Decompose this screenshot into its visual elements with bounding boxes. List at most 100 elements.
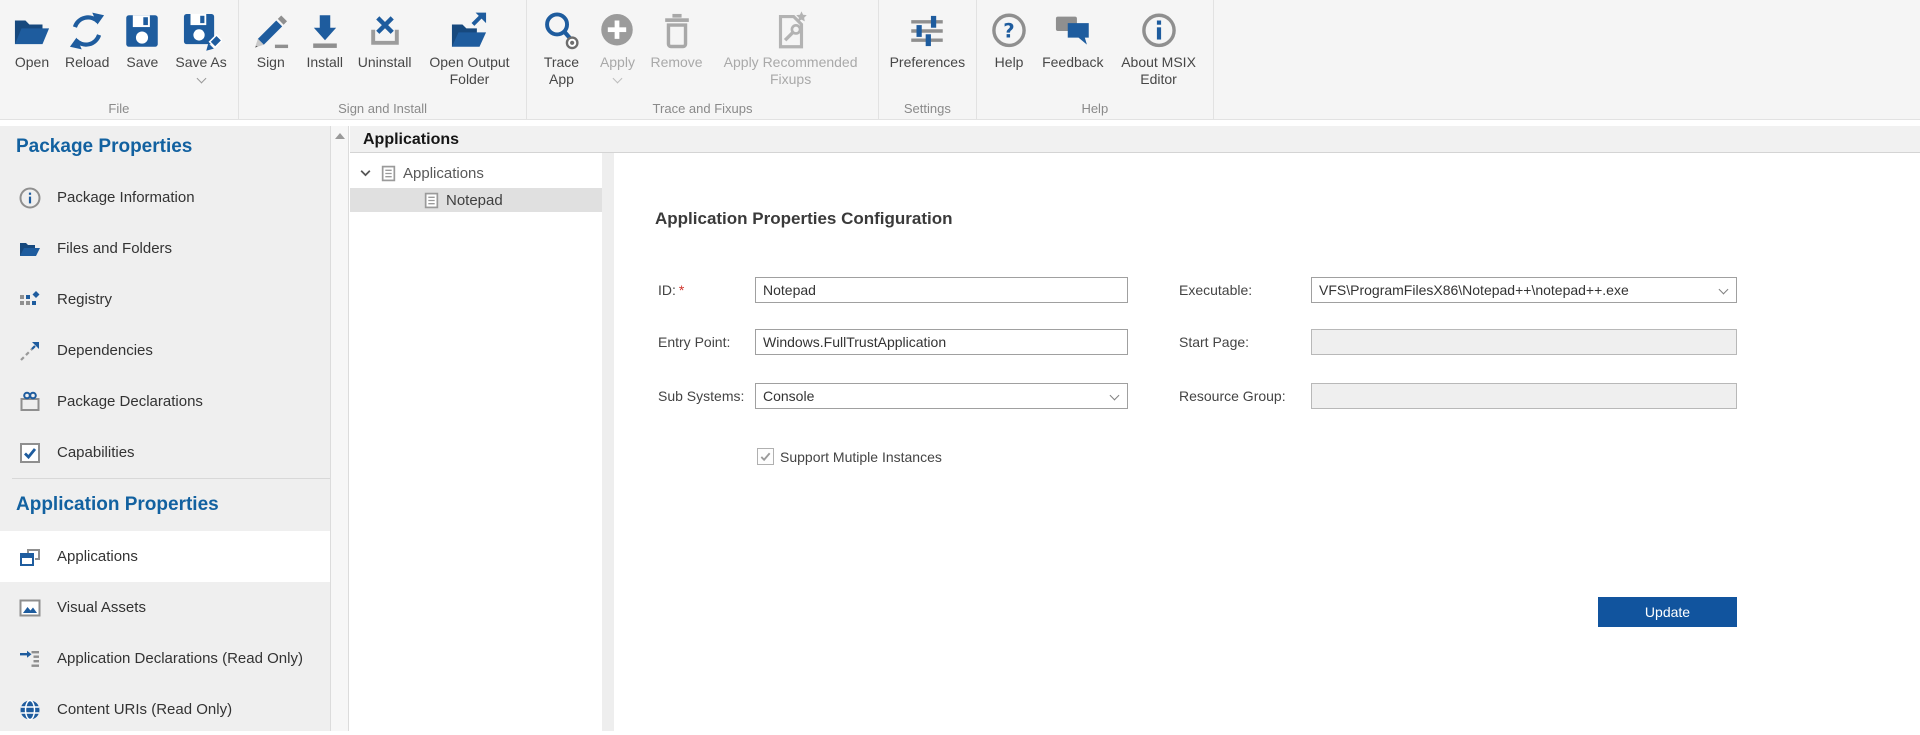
folder-icon bbox=[18, 237, 42, 261]
resource-group-label: Resource Group: bbox=[1179, 383, 1286, 409]
remove-icon bbox=[656, 10, 698, 52]
sidebar-item-capabilities[interactable]: Capabilities bbox=[0, 427, 330, 478]
feedback-icon bbox=[1052, 10, 1094, 52]
content-uris-icon bbox=[18, 698, 42, 722]
uninstall-icon bbox=[364, 10, 406, 52]
ribbon-group-sign-and-install: Sign Install Uninstall Open Output Folde… bbox=[239, 0, 528, 119]
entry-point-label: Entry Point: bbox=[658, 329, 730, 355]
applications-tree: Applications Notepad bbox=[350, 153, 602, 731]
sub-systems-combobox[interactable]: Console bbox=[755, 383, 1128, 409]
uninstall-button[interactable]: Uninstall bbox=[352, 8, 418, 73]
sidebar-heading-package-properties: Package Properties bbox=[0, 126, 330, 168]
scrollbar-up-button[interactable] bbox=[331, 126, 348, 145]
sub-systems-label: Sub Systems: bbox=[658, 383, 744, 409]
svg-text:?: ? bbox=[1003, 20, 1014, 43]
sidebar-item-visual-assets[interactable]: Visual Assets bbox=[0, 582, 330, 633]
sidebar-item-label: Capabilities bbox=[57, 444, 135, 461]
support-multiple-instances-checkbox[interactable] bbox=[757, 448, 774, 465]
ribbon-toolbar: Open Reload Save Save As File Sign bbox=[0, 0, 1920, 120]
sidebar-item-content-uris[interactable]: Content URIs (Read Only) bbox=[0, 684, 330, 735]
chevron-down-icon bbox=[1719, 285, 1729, 295]
sidebar-item-package-declarations[interactable]: Package Declarations bbox=[0, 376, 330, 427]
save-icon bbox=[121, 10, 163, 52]
ribbon-group-help: ? Help Feedback About MSIX Editor Help bbox=[977, 0, 1213, 119]
save-button[interactable]: Save bbox=[115, 8, 169, 73]
open-output-folder-button[interactable]: Open Output Folder bbox=[417, 8, 521, 89]
registry-icon bbox=[18, 288, 42, 312]
button-label: Trace App bbox=[538, 54, 584, 87]
panel-title: Applications bbox=[350, 126, 1920, 153]
sidebar-item-registry[interactable]: Registry bbox=[0, 274, 330, 325]
info-icon bbox=[18, 186, 42, 210]
button-label: Reload bbox=[65, 54, 109, 71]
form-heading: Application Properties Configuration bbox=[655, 209, 953, 229]
button-label: Preferences bbox=[890, 54, 965, 71]
start-page-label: Start Page: bbox=[1179, 329, 1249, 355]
sidebar-item-label: Content URIs (Read Only) bbox=[57, 701, 232, 718]
update-button[interactable]: Update bbox=[1598, 597, 1737, 627]
sidebar-item-label: Registry bbox=[57, 291, 112, 308]
button-label: Sign bbox=[257, 54, 285, 71]
sidebar-item-files-and-folders[interactable]: Files and Folders bbox=[0, 223, 330, 274]
applications-icon bbox=[18, 545, 42, 569]
sidebar-item-package-information[interactable]: Package Information bbox=[0, 172, 330, 223]
trace-app-icon bbox=[540, 10, 582, 52]
application-declarations-icon bbox=[18, 647, 42, 671]
visual-assets-icon bbox=[18, 596, 42, 620]
required-asterisk: * bbox=[679, 282, 684, 298]
button-label: Remove bbox=[650, 54, 702, 71]
executable-label: Executable: bbox=[1179, 277, 1252, 303]
chevron-down-icon[interactable] bbox=[359, 167, 372, 180]
sidebar-item-label: Files and Folders bbox=[57, 240, 172, 257]
sidebar-heading-application-properties: Application Properties bbox=[0, 479, 330, 531]
support-multiple-instances-row: Support Mutiple Instances bbox=[757, 448, 942, 465]
tree-node-label: Applications bbox=[403, 165, 484, 182]
tree-node-notepad[interactable]: Notepad bbox=[350, 188, 602, 212]
remove-button[interactable]: Remove bbox=[644, 8, 708, 73]
sidebar-item-dependencies[interactable]: Dependencies bbox=[0, 325, 330, 376]
sidebar-item-application-declarations[interactable]: Application Declarations (Read Only) bbox=[0, 633, 330, 684]
checkbox-label: Support Mutiple Instances bbox=[780, 449, 942, 465]
sidebar: Package Properties Package Information F… bbox=[0, 126, 330, 731]
apply-icon bbox=[596, 10, 638, 52]
id-input[interactable] bbox=[755, 277, 1128, 303]
install-icon bbox=[304, 10, 346, 52]
application-properties-form: Application Properties Configuration ID:… bbox=[614, 153, 1920, 731]
button-label: Uninstall bbox=[358, 54, 412, 71]
trace-app-button[interactable]: Trace App bbox=[532, 8, 590, 89]
sidebar-item-applications[interactable]: Applications bbox=[0, 531, 330, 582]
entry-point-input[interactable] bbox=[755, 329, 1128, 355]
button-label: Save bbox=[126, 54, 158, 71]
ribbon-group-label: File bbox=[0, 101, 238, 116]
about-msix-editor-button[interactable]: About MSIX Editor bbox=[1110, 8, 1208, 89]
capabilities-icon bbox=[18, 441, 42, 465]
feedback-button[interactable]: Feedback bbox=[1036, 8, 1109, 73]
save-as-button[interactable]: Save As bbox=[169, 8, 232, 84]
reload-button[interactable]: Reload bbox=[59, 8, 115, 73]
chevron-down-icon bbox=[1110, 391, 1120, 401]
sidebar-item-label: Package Information bbox=[57, 189, 195, 206]
sign-button[interactable]: Sign bbox=[244, 8, 298, 73]
panel-divider bbox=[602, 153, 614, 731]
chevron-down-icon bbox=[196, 73, 206, 83]
arrow-up-icon bbox=[335, 133, 345, 139]
open-button[interactable]: Open bbox=[5, 8, 59, 73]
preferences-button[interactable]: Preferences bbox=[884, 8, 971, 73]
combobox-value: VFS\ProgramFilesX86\Notepad++\notepad++.… bbox=[1319, 282, 1629, 298]
button-label: About MSIX Editor bbox=[1116, 54, 1202, 87]
ribbon-group-trace-and-fixups: Trace App Apply Remove Apply Recommended… bbox=[527, 0, 878, 119]
sidebar-item-label: Dependencies bbox=[57, 342, 153, 359]
sidebar-scrollbar[interactable] bbox=[330, 126, 349, 731]
install-button[interactable]: Install bbox=[298, 8, 352, 73]
button-label: Apply bbox=[600, 54, 635, 71]
button-label: Save As bbox=[175, 54, 226, 71]
executable-combobox[interactable]: VFS\ProgramFilesX86\Notepad++\notepad++.… bbox=[1311, 277, 1737, 303]
apply-button[interactable]: Apply bbox=[590, 8, 644, 84]
tree-node-applications[interactable]: Applications bbox=[350, 161, 602, 185]
sign-icon bbox=[250, 10, 292, 52]
apply-recommended-fixups-button[interactable]: Apply Recommended Fixups bbox=[709, 8, 873, 89]
help-button[interactable]: ? Help bbox=[982, 8, 1036, 73]
button-label: Open Output Folder bbox=[423, 54, 515, 87]
button-label: Open bbox=[15, 54, 49, 71]
sidebar-item-label: Applications bbox=[57, 548, 138, 565]
